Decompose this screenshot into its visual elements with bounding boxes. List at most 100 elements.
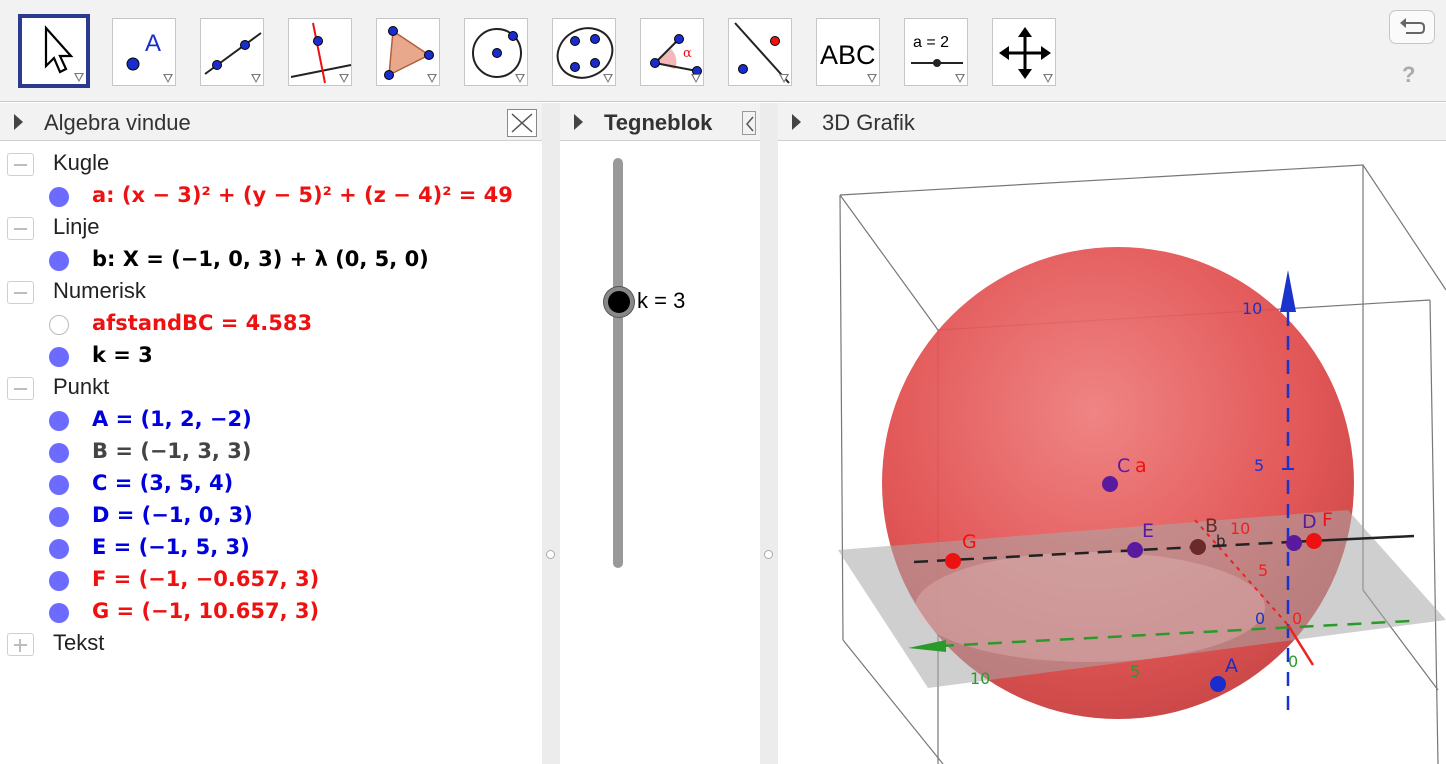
visibility-toggle[interactable] (49, 187, 69, 207)
category-numerisk[interactable]: Numerisk (0, 276, 542, 308)
algebra-item-F[interactable]: F = (−1, −0.657, 3) (0, 564, 542, 596)
svg-text:D: D (1302, 511, 1317, 533)
expand-graphics3d-icon[interactable] (792, 114, 801, 130)
divider-handle[interactable] (546, 550, 555, 559)
graphics3d-canvas[interactable]: 10 5 0 10 5 0 0 5 10 C a E B D F G A b (778, 142, 1446, 764)
svg-text:a: a (1135, 455, 1147, 477)
visibility-toggle[interactable] (49, 571, 69, 591)
move-view-tool-button[interactable] (992, 18, 1056, 86)
category-kugle[interactable]: Kugle (0, 148, 542, 180)
point-B[interactable] (1190, 539, 1206, 555)
undo-button[interactable] (1389, 10, 1435, 44)
visibility-toggle[interactable] (49, 251, 69, 271)
category-linje[interactable]: Linje (0, 212, 542, 244)
svg-text:0: 0 (1292, 609, 1302, 628)
divider-right[interactable] (760, 103, 778, 764)
close-icon (511, 113, 533, 133)
algebra-item-D[interactable]: D = (−1, 0, 3) (0, 500, 542, 532)
circle-tool-button[interactable] (464, 18, 528, 86)
algebra-item-A[interactable]: A = (1, 2, −2) (0, 404, 542, 436)
algebra-item-C[interactable]: C = (3, 5, 4) (0, 468, 542, 500)
svg-text:a = 2: a = 2 (913, 34, 949, 51)
svg-text:0: 0 (1288, 652, 1298, 671)
svg-text:10: 10 (1230, 519, 1250, 538)
collapse-toggle[interactable] (7, 217, 34, 240)
polygon-tool-button[interactable] (376, 18, 440, 86)
algebra-item-E[interactable]: E = (−1, 5, 3) (0, 532, 542, 564)
svg-text:G: G (962, 531, 977, 553)
visibility-toggle[interactable] (49, 315, 69, 335)
close-algebra-button[interactable] (507, 109, 537, 137)
svg-text:10: 10 (1242, 299, 1262, 318)
visibility-toggle[interactable] (49, 475, 69, 495)
svg-text:5: 5 (1258, 561, 1268, 580)
algebra-view-title: Algebra vindue (44, 110, 191, 135)
visibility-toggle[interactable] (49, 411, 69, 431)
toolbar: A α ABC a = 2 ? (0, 0, 1446, 102)
collapse-tegneblok-button[interactable] (742, 111, 756, 135)
collapse-toggle[interactable] (7, 377, 34, 400)
algebra-item-G[interactable]: G = (−1, 10.657, 3) (0, 596, 542, 628)
chevron-left-icon (746, 116, 754, 132)
point-E[interactable] (1127, 542, 1143, 558)
algebra-view: Kugle a: (x − 3)² + (y − 5)² + (z − 4)² … (0, 142, 542, 764)
line-tool-button[interactable] (200, 18, 264, 86)
divider-handle[interactable] (764, 550, 773, 559)
algebra-view-header: Algebra vindue (0, 103, 542, 141)
point-G[interactable] (945, 553, 961, 569)
svg-text:F: F (1322, 509, 1333, 531)
point-F[interactable] (1306, 533, 1322, 549)
svg-text:ABC: ABC (820, 40, 876, 70)
svg-text:C: C (1117, 455, 1130, 477)
point-A[interactable] (1210, 676, 1226, 692)
graphics3d-title: 3D Grafik (822, 110, 915, 135)
visibility-toggle[interactable] (49, 539, 69, 559)
tegneblok-title: Tegneblok (604, 110, 713, 135)
point-D[interactable] (1286, 535, 1302, 551)
point-tool-button[interactable]: A (112, 18, 176, 86)
expand-tegneblok-icon[interactable] (574, 114, 583, 130)
visibility-toggle[interactable] (49, 603, 69, 623)
move-tool-button[interactable] (18, 14, 90, 88)
svg-text:5: 5 (1254, 456, 1264, 475)
slider-k-handle[interactable] (604, 287, 634, 317)
expand-toggle[interactable] (7, 633, 34, 656)
algebra-item-a[interactable]: a: (x − 3)² + (y − 5)² + (z − 4)² = 49 (0, 180, 542, 212)
slider-tool-button[interactable]: a = 2 (904, 18, 968, 86)
svg-text:E: E (1142, 520, 1154, 542)
conic-tool-button[interactable] (552, 18, 616, 86)
visibility-toggle[interactable] (49, 443, 69, 463)
category-punkt[interactable]: Punkt (0, 372, 542, 404)
slider-k-label: k = 3 (637, 288, 686, 313)
svg-text:0: 0 (1255, 609, 1265, 628)
svg-text:10: 10 (970, 669, 990, 688)
graphics3d-view[interactable]: 10 5 0 10 5 0 0 5 10 C a E B D F G A b (778, 142, 1446, 764)
svg-text:b: b (1216, 532, 1226, 550)
svg-text:5: 5 (1130, 662, 1140, 681)
category-tekst[interactable]: Tekst (0, 628, 542, 660)
text-tool-button[interactable]: ABC (816, 18, 880, 86)
tegneblok-view: k = 3 (560, 142, 760, 764)
svg-text:α: α (683, 46, 692, 61)
slider-k-track[interactable] (613, 158, 623, 568)
help-button[interactable]: ? (1402, 62, 1415, 88)
collapse-toggle[interactable] (7, 281, 34, 304)
algebra-item-k[interactable]: k = 3 (0, 340, 542, 372)
divider-left[interactable] (542, 103, 560, 764)
tegneblok-header: Tegneblok (560, 103, 760, 141)
collapse-toggle[interactable] (7, 153, 34, 176)
undo-icon (1400, 18, 1425, 34)
graphics3d-header: 3D Grafik (778, 103, 1446, 141)
algebra-item-B[interactable]: B = (−1, 3, 3) (0, 436, 542, 468)
svg-text:A: A (145, 30, 161, 57)
point-C[interactable] (1102, 476, 1118, 492)
reflect-tool-button[interactable] (728, 18, 792, 86)
visibility-toggle[interactable] (49, 347, 69, 367)
svg-text:A: A (1225, 655, 1238, 677)
algebra-item-afstandbc[interactable]: afstandBC = 4.583 (0, 308, 542, 340)
perpendicular-line-tool-button[interactable] (288, 18, 352, 86)
visibility-toggle[interactable] (49, 507, 69, 527)
angle-tool-button[interactable]: α (640, 18, 704, 86)
algebra-item-b[interactable]: b: X = (−1, 0, 3) + λ (0, 5, 0) (0, 244, 542, 276)
expand-algebra-icon[interactable] (14, 114, 23, 130)
